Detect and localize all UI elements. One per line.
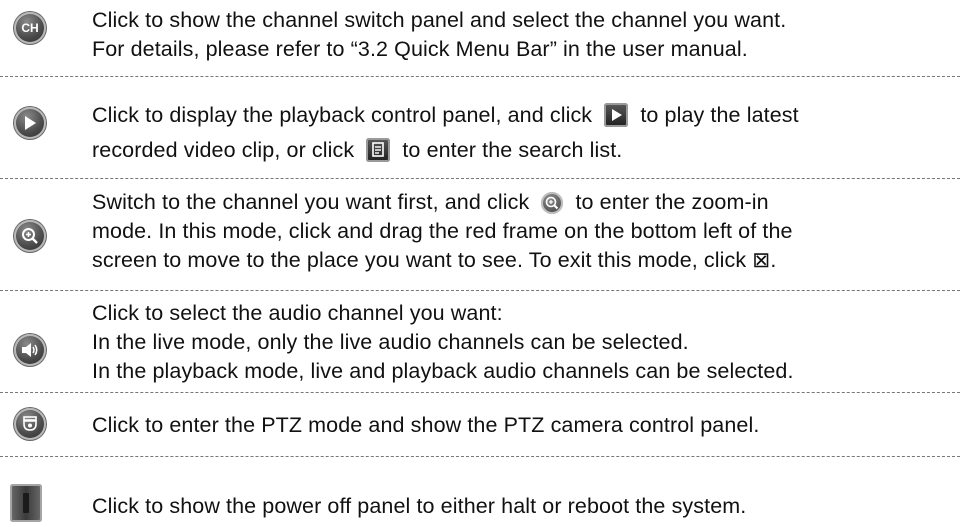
text-segment: to enter the search list.	[402, 138, 623, 162]
text-line: Click to select the audio channel you wa…	[92, 301, 503, 325]
audio-icon[interactable]	[14, 334, 46, 366]
row-audio-text: Click to select the audio channel you wa…	[92, 299, 962, 386]
text-segment: Click to display the playback control pa…	[92, 103, 593, 127]
text-line: Click to show the channel switch panel a…	[92, 8, 787, 32]
text-line: Click to enter the PTZ mode and show the…	[92, 413, 760, 437]
text-line: For details, please refer to “3.2 Quick …	[92, 37, 748, 61]
text-segment: to enter the zoom-in	[575, 190, 769, 214]
zoom-in-button-icon	[541, 192, 564, 214]
row-playback-text: Click to display the playback control pa…	[92, 101, 962, 165]
row-ptz-text: Click to enter the PTZ mode and show the…	[92, 411, 962, 440]
play-button-icon	[604, 103, 629, 127]
row-channel-text: Click to show the channel switch panel a…	[92, 6, 962, 64]
text-line: In the playback mode, live and playback …	[92, 359, 794, 383]
divider	[0, 76, 960, 77]
row-power-text: Click to show the power off panel to eit…	[92, 492, 962, 521]
row-zoom-text: Switch to the channel you want first, an…	[92, 188, 962, 275]
divider	[0, 178, 960, 179]
ptz-camera-icon[interactable]	[14, 408, 46, 440]
divider	[0, 456, 960, 457]
text-segment: to play the latest	[640, 103, 799, 127]
divider	[0, 392, 960, 393]
text-line: mode. In this mode, click and drag the r…	[92, 219, 793, 243]
power-icon[interactable]	[10, 484, 42, 522]
zoom-icon[interactable]	[14, 220, 46, 252]
text-line: Click to show the power off panel to eit…	[92, 494, 747, 518]
ch-channel-icon[interactable]: CH	[14, 12, 46, 44]
divider	[0, 290, 960, 291]
text-line: screen to move to the place you want to …	[92, 248, 777, 272]
search-list-icon	[366, 138, 391, 162]
text-segment: Switch to the channel you want first, an…	[92, 190, 530, 214]
text-line: In the live mode, only the live audio ch…	[92, 330, 689, 354]
text-segment: recorded video clip, or click	[92, 138, 355, 162]
ch-icon-label: CH	[21, 21, 39, 35]
playback-icon[interactable]	[14, 107, 46, 139]
